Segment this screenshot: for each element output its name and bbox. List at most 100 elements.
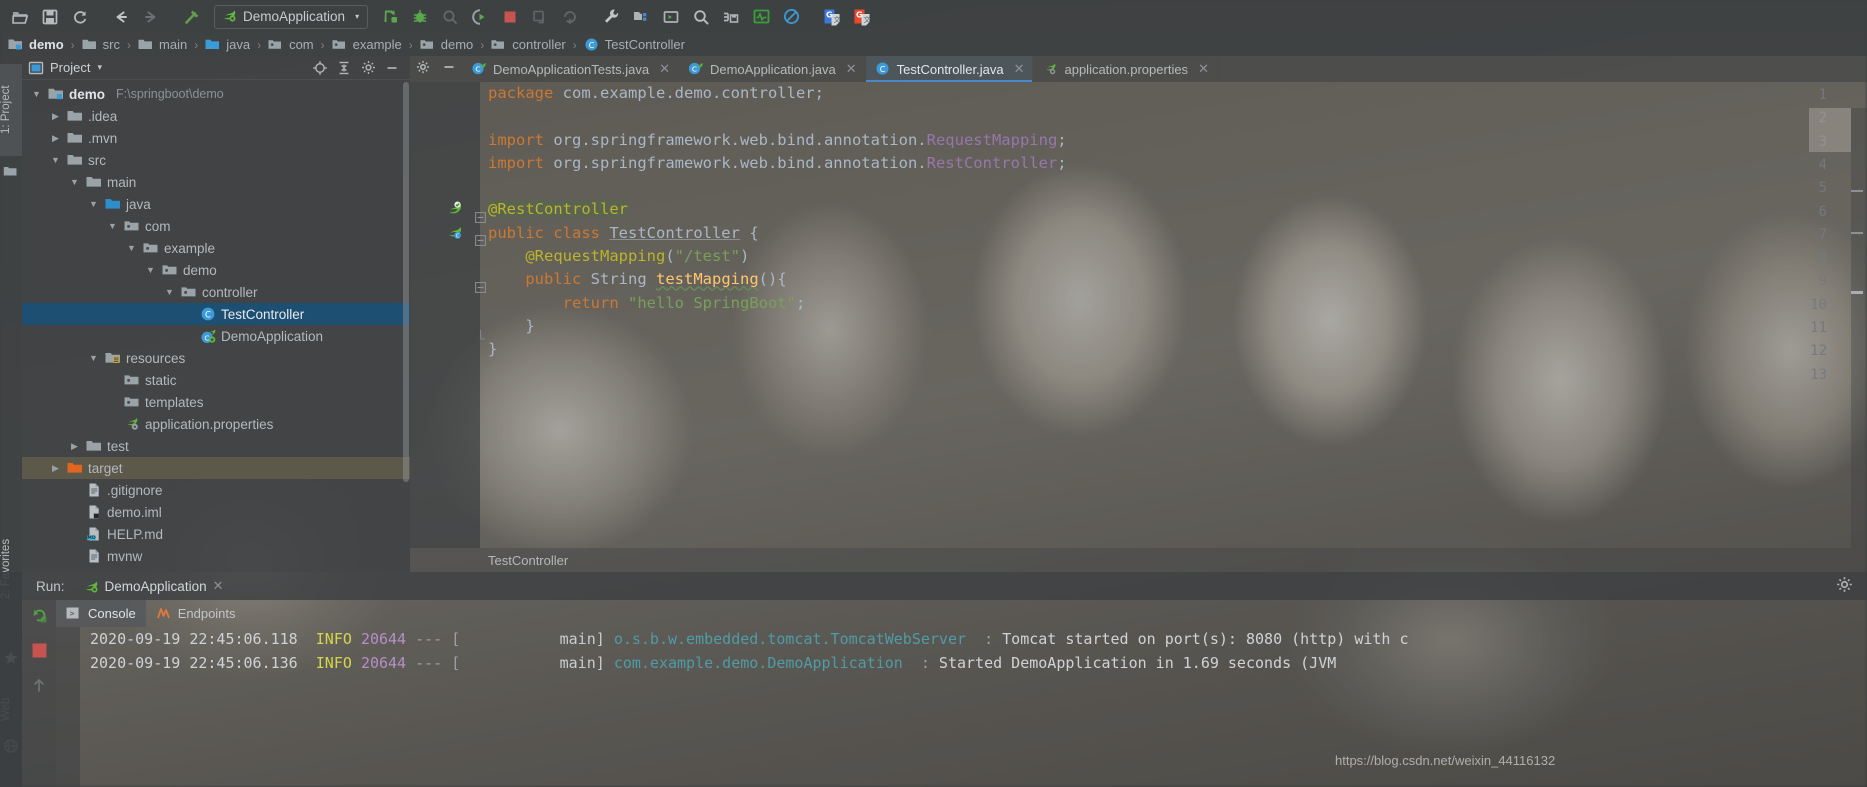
project-scrollbar-thumb[interactable] (403, 82, 409, 482)
breadcrumb-item-src[interactable]: src (82, 37, 120, 53)
tree-node-idea[interactable]: ▶ .idea (22, 105, 410, 127)
tab-console[interactable]: > Console (56, 600, 146, 627)
tree-node-test[interactable]: ▶ test (22, 435, 410, 457)
tree-node-application-properties[interactable]: ▶ application.properties (22, 413, 410, 435)
chevron-down-icon[interactable]: ▼ (49, 155, 62, 165)
marker-tick[interactable] (1851, 291, 1863, 294)
tab-application-properties[interactable]: application.properties ✕ (1033, 56, 1218, 82)
chevron-down-icon[interactable]: ▼ (144, 265, 157, 275)
google-translate-alt-icon[interactable]: G文 (848, 4, 876, 30)
chevron-down-icon[interactable]: ▼ (106, 221, 119, 231)
tree-node-src[interactable]: ▼ src (22, 149, 410, 171)
console-icon[interactable] (657, 4, 685, 30)
tab-demoapplicationtests-java[interactable]: C DemoApplicationTests.java ✕ (462, 56, 679, 82)
chevron-down-icon[interactable]: ▼ (30, 89, 43, 99)
chevron-down-icon[interactable]: ▼ (68, 177, 81, 187)
scroll-from-source-icon[interactable] (308, 58, 332, 78)
chevron-right-icon[interactable]: ▶ (49, 111, 62, 122)
project-file-tree[interactable]: ▼ demo F:\springboot\demo ▶ .idea ▶ .mvn ▼ src ▼ m… (22, 80, 410, 567)
code-content[interactable]: package com.example.demo.controller; imp… (488, 82, 1867, 385)
stop-icon[interactable] (496, 4, 524, 30)
chevron-down-icon[interactable]: ▼ (125, 243, 138, 253)
tree-node-demoapplication[interactable]: ▶ C DemoApplication (22, 325, 410, 347)
run-config-tab[interactable]: DemoApplication ✕ (77, 578, 230, 594)
stop-button[interactable] (31, 642, 48, 664)
tree-node-templates[interactable]: ▶ templates (22, 391, 410, 413)
tab-demoapplication-java[interactable]: C DemoApplication.java ✕ (679, 56, 866, 82)
editor-settings-gear-icon[interactable] (416, 60, 430, 79)
tree-node-example[interactable]: ▼ example (22, 237, 410, 259)
chevron-down-icon[interactable]: ▼ (163, 287, 176, 297)
project-structure-icon[interactable] (627, 4, 655, 30)
run-gutter-marker-class[interactable]: C (446, 224, 464, 242)
tree-node-help-md[interactable]: ▶ MD HELP.md (22, 523, 410, 545)
tree-node-java[interactable]: ▼ java (22, 193, 410, 215)
save-all-icon[interactable] (36, 4, 64, 30)
tree-node-demo-iml[interactable]: ▶ demo.iml (22, 501, 410, 523)
breadcrumb-item-controller[interactable]: controller (491, 37, 566, 53)
back-icon[interactable] (107, 4, 135, 30)
breadcrumb-item-com[interactable]: com (268, 37, 314, 53)
close-icon[interactable]: ✕ (659, 61, 670, 77)
structure-tool-icon[interactable] (3, 164, 19, 180)
tree-node-static[interactable]: ▶ static (22, 369, 410, 391)
breadcrumb-item-demo[interactable]: demo (8, 37, 64, 53)
chevron-down-icon[interactable]: ▼ (87, 199, 100, 209)
close-icon[interactable]: ✕ (846, 61, 857, 77)
chevron-right-icon[interactable]: ▶ (49, 133, 62, 144)
collapse-all-icon[interactable] (332, 58, 356, 78)
run-configuration-selector[interactable]: DemoApplication ▾ (214, 4, 369, 29)
breadcrumb-item-main[interactable]: main (138, 37, 187, 53)
sync-icon[interactable] (66, 4, 94, 30)
fold-marker-line4[interactable] (474, 231, 486, 254)
chevron-down-icon[interactable]: ▼ (87, 353, 100, 363)
build-hammer-icon[interactable] (178, 4, 206, 30)
tree-node-gitignore[interactable]: ▶ .gitignore (22, 479, 410, 501)
project-scrollbar[interactable] (402, 82, 410, 570)
breadcrumb-item-testcontroller[interactable]: C TestController (584, 37, 685, 53)
fold-marker-line3[interactable] (474, 208, 486, 231)
search-icon[interactable] (687, 4, 715, 30)
code-editor[interactable]: 1 2 3 4 5 6 7 8 9 10 11 12 13 C package com (410, 82, 1867, 548)
tree-node-testcontroller[interactable]: ▶ C TestController (22, 303, 410, 325)
run-gutter-marker-restcontroller[interactable] (446, 201, 464, 219)
scroll-up-button[interactable] (31, 676, 47, 699)
tree-node-mvnw[interactable]: ▶ mvnw (22, 545, 410, 567)
close-icon[interactable]: ✕ (1014, 61, 1025, 77)
marker-tick[interactable] (1851, 232, 1863, 234)
console-output[interactable]: 2020-09-19 22:45:06.118 INFO 20644 --- [… (80, 627, 1867, 787)
settings-wrench-icon[interactable] (597, 4, 625, 30)
chevron-down-icon[interactable]: ▾ (355, 12, 359, 21)
marker-tick[interactable] (1851, 190, 1863, 192)
chevron-right-icon[interactable]: ▶ (49, 463, 62, 474)
run-profiler-icon[interactable] (466, 4, 494, 30)
fold-marker-method[interactable] (474, 278, 486, 301)
settings-gear-icon[interactable] (356, 58, 380, 78)
hide-tabs-icon[interactable] (442, 60, 456, 79)
chevron-down-icon[interactable]: ▾ (97, 62, 102, 73)
google-translate-icon[interactable]: G文 (818, 4, 846, 30)
editor-marker-bar[interactable] (1851, 108, 1867, 548)
activity-monitor-icon[interactable] (747, 4, 775, 30)
editor-gutter[interactable] (410, 82, 480, 548)
tree-node-resources[interactable]: ▼ resources (22, 347, 410, 369)
open-project-icon[interactable] (6, 4, 34, 30)
tree-node-com[interactable]: ▼ com (22, 215, 410, 237)
tree-node-mvn[interactable]: ▶ .mvn (22, 127, 410, 149)
tree-node-controller[interactable]: ▼ controller (22, 281, 410, 303)
breadcrumb-item-demo-pkg[interactable]: demo (420, 37, 473, 53)
breadcrumb-item-java[interactable]: java (205, 37, 250, 53)
debug-icon[interactable] (406, 4, 434, 30)
tab-testcontroller-java[interactable]: C TestController.java ✕ (865, 56, 1034, 82)
hide-panel-icon[interactable] (380, 58, 404, 78)
sidebar-item-project[interactable]: 1: Project (0, 64, 22, 156)
rerun-button[interactable] (30, 606, 49, 630)
close-icon[interactable]: ✕ (213, 578, 224, 594)
tree-node-target[interactable]: ▶ target (22, 457, 410, 479)
chevron-right-icon[interactable]: ▶ (68, 441, 81, 452)
tree-node-demo[interactable]: ▼ demo F:\springboot\demo (22, 83, 410, 105)
run-icon[interactable] (376, 4, 404, 30)
fold-marker-method-end[interactable] (474, 325, 486, 348)
tab-endpoints[interactable]: Endpoints (146, 600, 246, 627)
gear-icon[interactable] (1836, 576, 1853, 596)
